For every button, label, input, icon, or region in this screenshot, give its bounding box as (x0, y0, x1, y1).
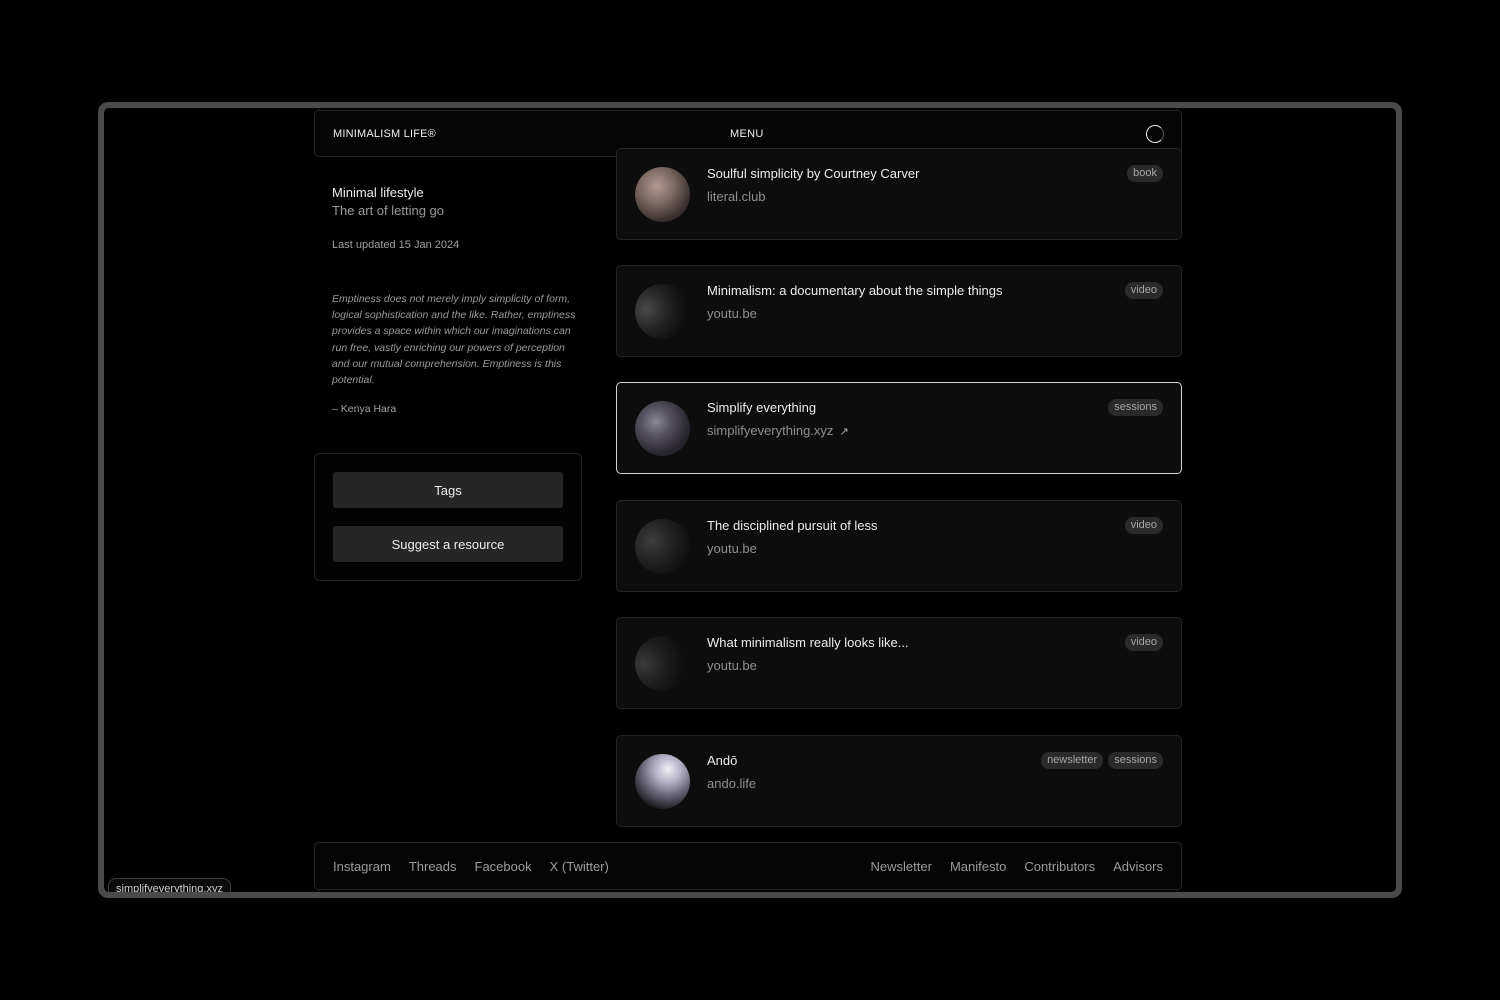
status-url-tooltip: simplifyeverything.xyz (108, 878, 231, 892)
resource-host: youtu.be (707, 541, 757, 556)
footer-link-newsletter[interactable]: Newsletter (871, 859, 932, 874)
quote-text: Emptiness does not merely imply simplici… (332, 293, 576, 387)
resource-title: Simplify everything (707, 400, 817, 415)
resource-card[interactable]: Minimalism: a documentary about the simp… (616, 265, 1182, 357)
footer: Instagram Threads Facebook X (Twitter) N… (314, 842, 1182, 890)
tag-badge[interactable]: video (1124, 282, 1163, 299)
resource-thumbnail (635, 167, 690, 222)
resource-title: Soulful simplicity by Courtney Carver (707, 166, 920, 181)
device-frame: MINIMALISM LIFE® MENU Minimal lifestyle … (98, 102, 1402, 898)
brand-logo[interactable]: MINIMALISM LIFE® (333, 128, 730, 140)
tag-badge[interactable]: newsletter (1041, 752, 1104, 769)
action-panel: Tags Suggest a resource (314, 453, 582, 581)
resource-tags: newsletter sessions (1041, 752, 1163, 769)
social-links: Instagram Threads Facebook X (Twitter) (333, 859, 609, 874)
browser-viewport: MINIMALISM LIFE® MENU Minimal lifestyle … (104, 108, 1396, 892)
resource-thumbnail (635, 754, 690, 809)
resource-thumbnail (635, 401, 690, 456)
page-subtitle: The art of letting go (332, 203, 445, 218)
loader-icon (1146, 125, 1164, 143)
resource-tags: video (1124, 517, 1163, 534)
footer-link-contributors[interactable]: Contributors (1024, 859, 1095, 874)
resource-title: The disciplined pursuit of less (707, 518, 878, 533)
resource-title: Andō (707, 753, 738, 768)
quote-author: – Kenya Hara (332, 403, 397, 415)
footer-link-threads[interactable]: Threads (409, 859, 457, 874)
resource-host[interactable]: simplifyeverything.xyz ↗ (707, 423, 849, 438)
resource-thumbnail (635, 636, 690, 691)
resource-thumbnail (635, 519, 690, 574)
resource-card[interactable]: Soulful simplicity by Courtney Carver li… (616, 148, 1182, 240)
footer-link-x[interactable]: X (Twitter) (550, 859, 609, 874)
footer-link-facebook[interactable]: Facebook (475, 859, 532, 874)
site-links: Newsletter Manifesto Contributors Adviso… (871, 859, 1163, 874)
last-updated: Last updated 15 Jan 2024 (332, 239, 460, 251)
resource-card[interactable]: What minimalism really looks like... you… (616, 617, 1182, 709)
resource-card[interactable]: Andō ando.life newsletter sessions (616, 735, 1182, 827)
resource-tags: video (1124, 634, 1163, 651)
tag-badge[interactable]: sessions (1108, 752, 1163, 769)
tag-badge[interactable]: video (1124, 517, 1163, 534)
resource-tags: video (1124, 282, 1163, 299)
page-title: Minimal lifestyle (332, 185, 424, 200)
tags-button[interactable]: Tags (333, 472, 563, 508)
tag-badge[interactable]: sessions (1108, 399, 1163, 416)
tag-badge[interactable]: video (1124, 634, 1163, 651)
resource-tags: book (1127, 165, 1163, 182)
resource-title: What minimalism really looks like... (707, 635, 909, 650)
resource-host-text: simplifyeverything.xyz (707, 423, 834, 438)
resource-title: Minimalism: a documentary about the simp… (707, 283, 1003, 298)
resource-host: ando.life (707, 776, 757, 791)
resource-card-active[interactable]: Simplify everything simplifyeverything.x… (616, 382, 1182, 474)
resource-host: youtu.be (707, 306, 757, 321)
footer-link-advisors[interactable]: Advisors (1113, 859, 1163, 874)
footer-link-instagram[interactable]: Instagram (333, 859, 391, 874)
resource-thumbnail (635, 284, 690, 339)
resource-host: literal.club (707, 189, 766, 204)
menu-button[interactable]: MENU (730, 128, 764, 140)
tag-badge[interactable]: book (1127, 165, 1163, 182)
footer-link-manifesto[interactable]: Manifesto (950, 859, 1006, 874)
external-link-icon: ↗ (839, 426, 849, 438)
suggest-resource-button[interactable]: Suggest a resource (333, 526, 563, 562)
resource-host: youtu.be (707, 658, 757, 673)
resource-tags: sessions (1108, 399, 1163, 416)
resource-card[interactable]: The disciplined pursuit of less youtu.be… (616, 500, 1182, 592)
